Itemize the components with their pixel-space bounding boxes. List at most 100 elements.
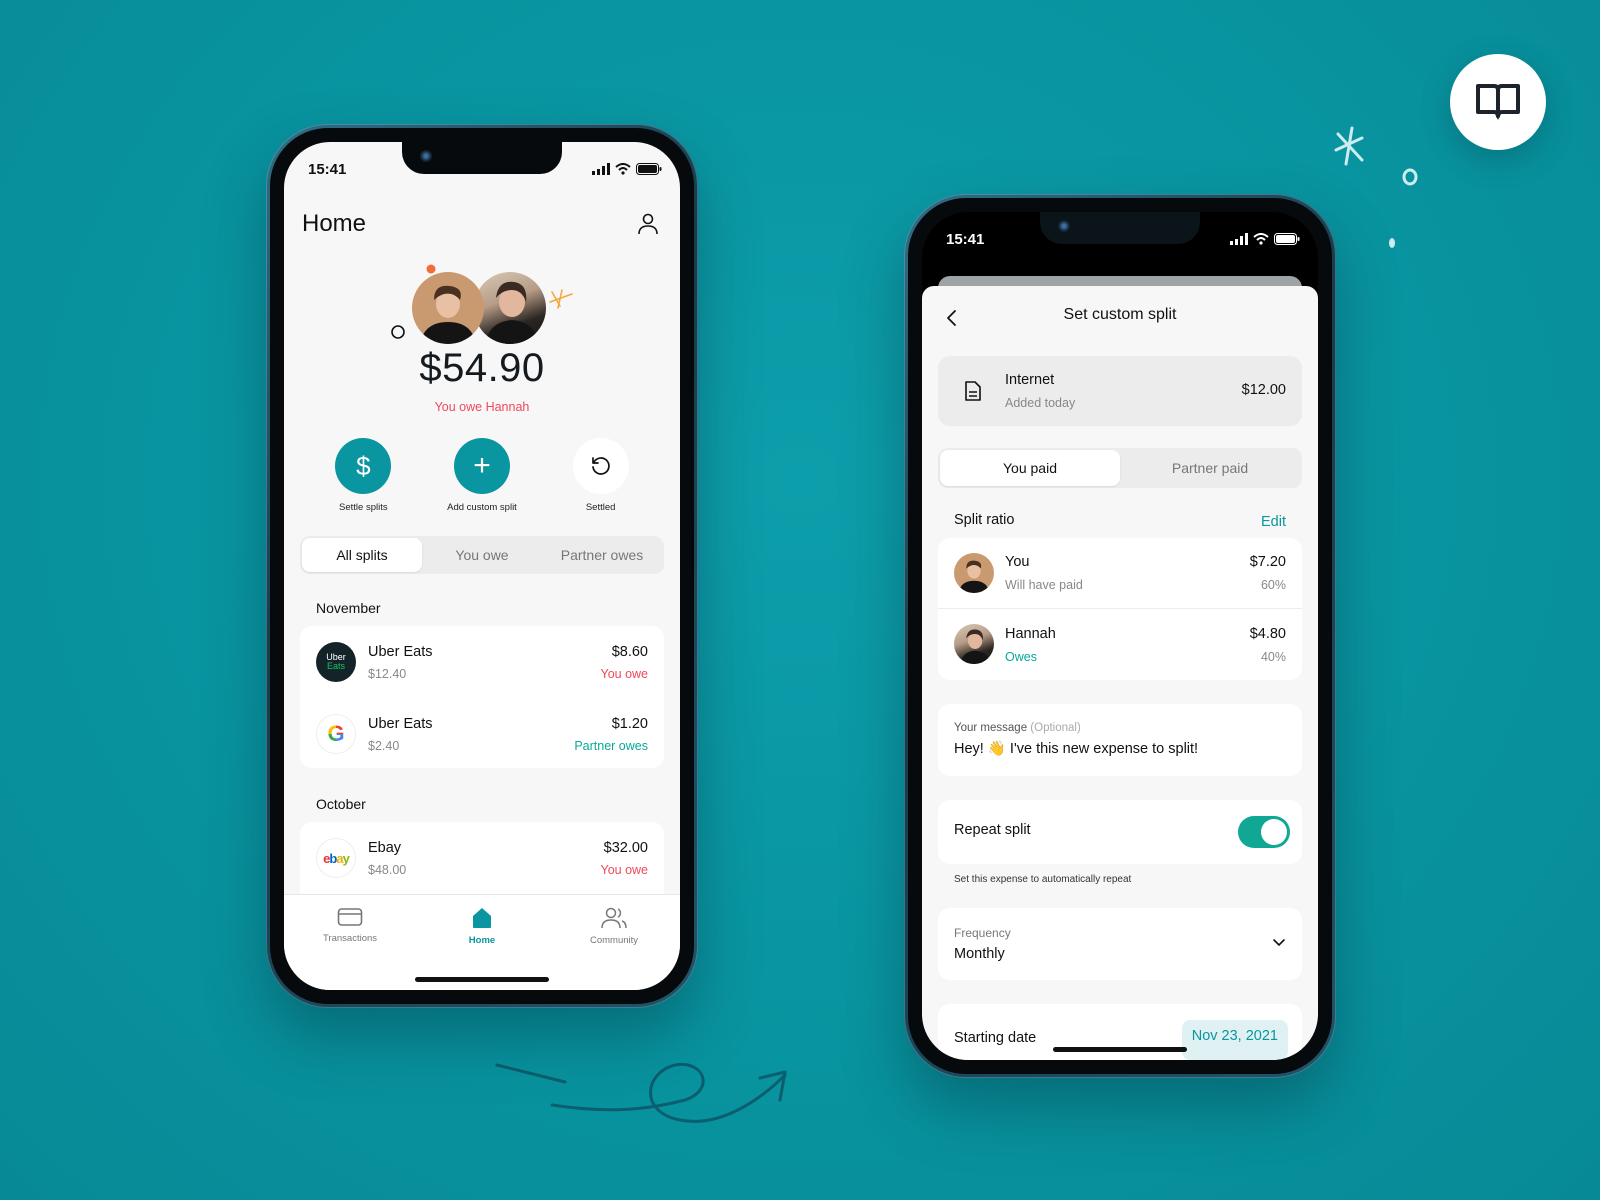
balance-amount: $54.90: [419, 346, 545, 390]
repeat-split-toggle[interactable]: [1238, 816, 1290, 848]
transaction-row[interactable]: G Uber Eats $2.40 $1.20 Partner owes: [300, 698, 664, 768]
wifi-icon: [615, 163, 631, 175]
tab-label: Home: [468, 935, 496, 946]
transaction-row[interactable]: ebay Ebay $48.00 $32.00 You owe: [300, 822, 664, 892]
tab-label: Transactions: [322, 933, 378, 944]
person-amount: $7.20: [1249, 554, 1286, 570]
avatar-hannah: [474, 272, 546, 344]
sheet-title: Set custom split: [1063, 306, 1177, 323]
starting-date-picker[interactable]: Nov 23, 2021: [1181, 1020, 1288, 1060]
month-header: November: [316, 600, 381, 616]
divider: [938, 608, 1302, 609]
message-value[interactable]: Hey! 👋 I've this new expense to split!: [954, 740, 1198, 757]
card-icon: [337, 908, 363, 926]
battery-icon: [1274, 233, 1300, 245]
tab-community[interactable]: Community: [548, 907, 680, 990]
history-icon: [572, 438, 629, 494]
tab-all-splits[interactable]: All splits: [302, 538, 422, 572]
frequency-select[interactable]: Frequency Monthly: [938, 908, 1302, 980]
couple-avatars: [391, 262, 573, 344]
edit-link[interactable]: Edit: [1261, 514, 1286, 530]
user-icon[interactable]: [636, 212, 660, 236]
document-icon: [965, 381, 981, 401]
page-title: Home: [302, 210, 367, 237]
signal-icon: [1230, 233, 1248, 245]
decorative-dot-icon: [1389, 238, 1395, 248]
add-custom-split-button[interactable]: + Add custom split: [427, 438, 537, 513]
repeat-split-row: Repeat split: [938, 800, 1302, 864]
avatar-you: [412, 272, 484, 344]
home-indicator: [415, 977, 549, 982]
book-open-icon: [1476, 84, 1520, 120]
person-name: You: [1005, 554, 1030, 570]
home-icon: [473, 908, 491, 928]
status-time: 15:41: [308, 160, 347, 178]
community-icon: [601, 907, 627, 929]
home-indicator: [1053, 1047, 1187, 1052]
message-field[interactable]: Your message (Optional) Hey! 👋 I've this…: [938, 704, 1302, 776]
transaction-group-card: Uber Eats Uber Eats $12.40 $8.60 You owe…: [300, 626, 664, 768]
status-time: 15:41: [946, 230, 985, 248]
split-filter-tabs: All splits You owe Partner owes: [300, 536, 664, 574]
transaction-total: $48.00: [368, 863, 407, 877]
tab-partner-owes[interactable]: Partner owes: [542, 538, 662, 572]
tab-you-owe[interactable]: You owe: [422, 538, 542, 572]
decorative-arrow-squiggle: [495, 1062, 787, 1123]
transaction-total: $12.40: [368, 667, 407, 681]
book-button[interactable]: [1450, 54, 1546, 150]
payer-tabs: You paid Partner paid: [938, 448, 1302, 488]
settle-splits-button[interactable]: $ Settle splits: [308, 438, 418, 513]
phone-notch: [1040, 212, 1200, 244]
signal-icon: [592, 163, 610, 175]
phone-home-mockup: 15:41 Home $54.90 You owe Hannah $ Settl…: [266, 124, 698, 1008]
transaction-total: $2.40: [368, 739, 400, 753]
expense-amount: $12.00: [1241, 382, 1286, 398]
starting-date-label: Starting date: [954, 1030, 1037, 1046]
phone-split-mockup: 15:41 Set custom split Internet Added to…: [904, 194, 1336, 1078]
google-logo: G: [316, 714, 356, 754]
action-label: Settled: [585, 502, 616, 513]
tab-you-paid[interactable]: You paid: [940, 450, 1120, 486]
settled-button[interactable]: Settled: [546, 438, 656, 513]
custom-split-sheet: Set custom split Internet Added today $1…: [922, 286, 1318, 1060]
decorative-ring-icon: [1402, 168, 1418, 186]
split-ratio-label: Split ratio: [954, 512, 1015, 528]
wifi-icon: [1253, 233, 1269, 245]
merchant-name: Uber Eats: [368, 644, 433, 660]
message-label: Your message: [954, 722, 1028, 734]
frequency-value: Monthly: [954, 946, 1005, 962]
split-amount: $32.00: [603, 840, 648, 856]
tab-transactions[interactable]: Transactions: [284, 907, 416, 990]
decorative-sparkle-icon: [549, 289, 573, 309]
expense-name: Internet: [1005, 372, 1055, 388]
repeat-split-label: Repeat split: [954, 822, 1031, 838]
frequency-label: Frequency: [954, 926, 1011, 940]
phone-notch: [402, 142, 562, 174]
dollar-icon: $: [335, 438, 392, 494]
repeat-split-hint: Set this expense to automatically repeat: [954, 874, 1132, 885]
decorative-dot-icon: [426, 264, 436, 274]
decorative-ring-icon: [391, 325, 405, 339]
person-role: Will have paid: [1005, 578, 1083, 592]
uber-eats-logo: Uber Eats: [316, 642, 356, 682]
person-percent: 60%: [1260, 578, 1286, 592]
split-screen: 15:41 Set custom split Internet Added to…: [922, 212, 1318, 1060]
split-status: You owe: [600, 863, 649, 877]
person-name: Hannah: [1005, 626, 1056, 642]
decorative-sparkle-icon: [1334, 126, 1364, 166]
expense-added: Added today: [1005, 396, 1076, 410]
merchant-name: Ebay: [368, 840, 402, 856]
person-percent: 40%: [1260, 650, 1286, 664]
avatar-hannah: [954, 624, 994, 664]
action-label: Settle splits: [339, 502, 388, 513]
ebay-logo: ebay: [316, 838, 356, 878]
message-optional: (Optional): [1030, 722, 1081, 734]
tab-partner-paid[interactable]: Partner paid: [1120, 450, 1300, 486]
avatar-you: [954, 553, 994, 593]
balance-caption: You owe Hannah: [434, 400, 530, 414]
chevron-down-icon: [1273, 939, 1285, 947]
split-status: Partner owes: [574, 739, 648, 753]
plus-icon: +: [453, 438, 510, 494]
split-ratio-card: You Will have paid $7.20 60% Hannah Owes…: [938, 538, 1302, 680]
transaction-row[interactable]: Uber Eats Uber Eats $12.40 $8.60 You owe: [300, 626, 664, 696]
